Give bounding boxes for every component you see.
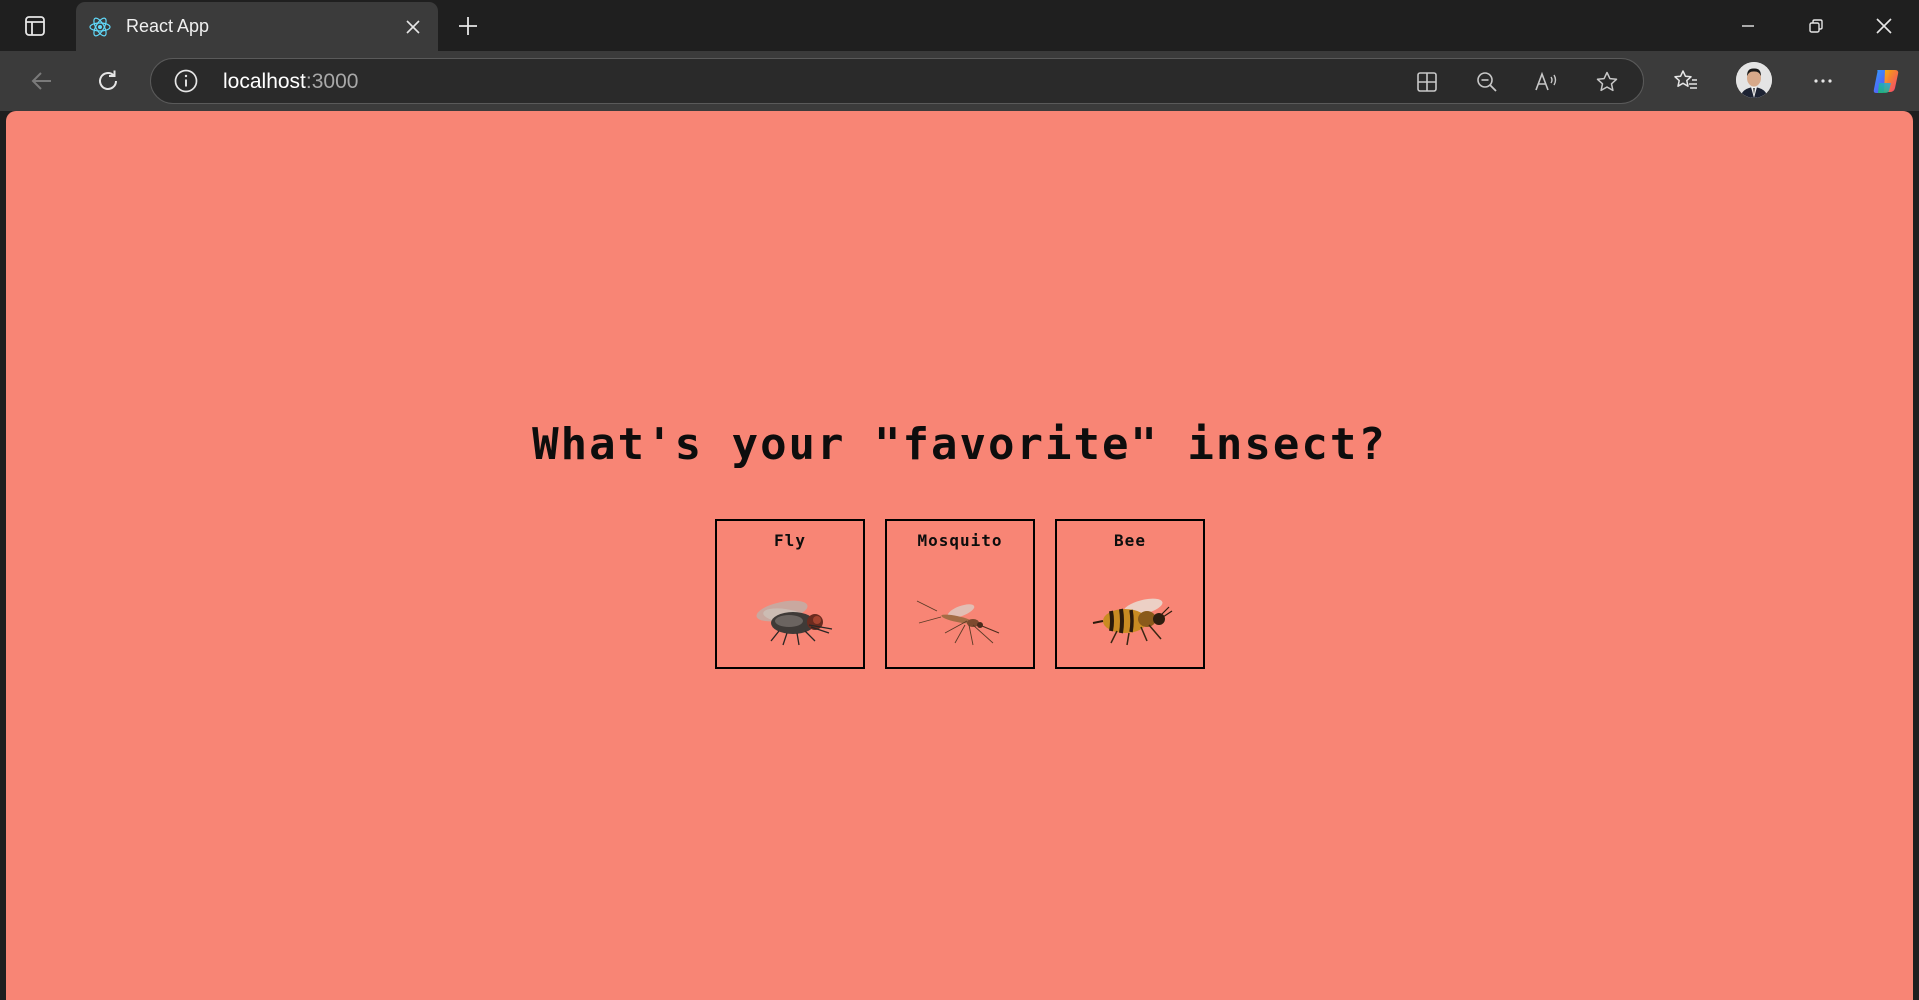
mosquito-image [916,600,1000,646]
favorite-button[interactable] [1589,64,1625,100]
back-arrow-icon [31,72,51,90]
bee-image [1092,598,1173,646]
option-fly[interactable]: Fly [715,519,865,669]
more-dots-icon [1814,79,1832,83]
url-text[interactable]: localhost:3000 [223,70,358,94]
zoom-out-button[interactable] [1469,64,1505,100]
copilot-button[interactable] [1866,61,1906,101]
restore-icon [1809,18,1823,33]
option-label: Bee [1114,531,1146,550]
tab-actions-icon [25,16,45,36]
split-screen-button[interactable] [1409,64,1445,100]
url-port: :3000 [305,70,359,93]
browser-toolbar: localhost:3000 [0,51,1919,111]
tab-close-button[interactable] [398,12,428,42]
favorites-icon [1674,70,1697,89]
reload-icon [99,70,117,90]
page-viewport: What's your "favorite" insect? Fly Mosqu… [6,111,1913,1000]
title-bar: React App [0,0,1919,51]
read-aloud-button[interactable] [1529,64,1565,100]
close-icon [406,19,420,34]
settings-more-button[interactable] [1803,61,1843,101]
profile-avatar[interactable] [1736,62,1772,98]
tab-actions-button[interactable] [14,11,56,41]
browser-tab[interactable]: React App [76,2,438,51]
tab-title: React App [126,16,210,36]
window-close-button[interactable] [1850,0,1918,51]
minimize-icon [1742,24,1754,27]
reload-button[interactable] [88,61,128,101]
option-mosquito[interactable]: Mosquito [885,519,1035,669]
url-host: localhost [223,70,306,93]
zoom-out-icon [1477,72,1497,92]
favorites-button[interactable] [1666,61,1706,101]
star-icon [1596,71,1618,92]
split-screen-icon [1417,72,1437,92]
address-bar[interactable]: localhost:3000 [150,58,1644,104]
option-label: Fly [774,531,806,550]
question-heading: What's your "favorite" insect? [532,419,1387,470]
fly-image [756,600,833,646]
new-tab-button[interactable] [451,10,485,42]
react-logo-icon [88,15,112,39]
read-aloud-icon [1535,71,1557,91]
site-info-icon[interactable] [171,66,201,96]
insect-options: Fly Mosquito Bee [715,519,1205,669]
close-icon [1876,17,1892,34]
restore-button[interactable] [1782,0,1850,51]
back-button[interactable] [22,61,62,101]
copilot-icon [1873,70,1899,93]
option-label: Mosquito [917,531,1003,550]
plus-icon [459,17,477,35]
minimize-button[interactable] [1714,0,1782,51]
option-bee[interactable]: Bee [1055,519,1205,669]
